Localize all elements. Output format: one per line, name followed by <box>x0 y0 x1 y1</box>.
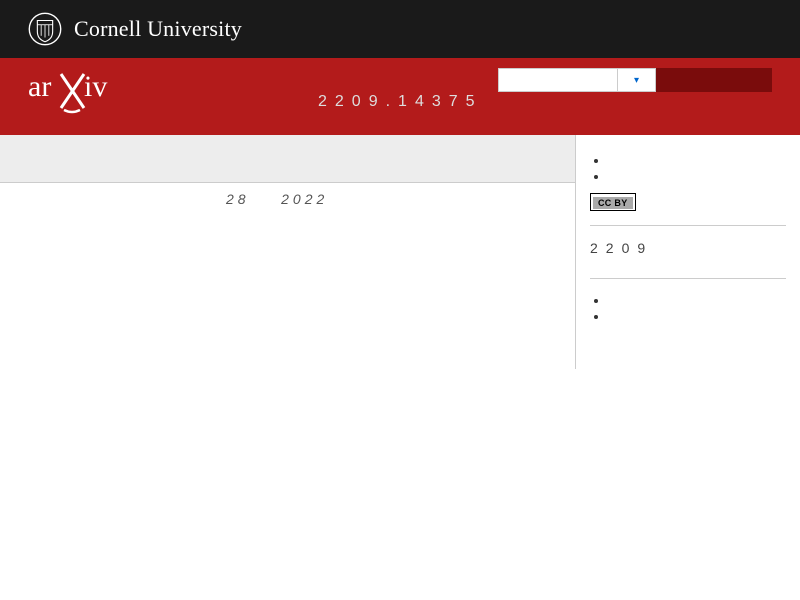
cc-by-icon: CC BY <box>593 197 633 209</box>
arxiv-logo-icon: ar iv <box>28 68 122 114</box>
authors-line <box>0 223 575 233</box>
search-input[interactable] <box>498 68 618 92</box>
chevron-down-icon: ▾ <box>634 75 639 86</box>
submission-date: 28 2022 <box>226 191 328 207</box>
arxiv-id: 2209.14375 <box>318 93 483 111</box>
cornell-shield-icon <box>28 12 62 46</box>
svg-text:ar: ar <box>28 70 51 103</box>
sidebar: CC BY 2209 <box>575 135 800 369</box>
subheader: 28 2022 <box>0 183 575 211</box>
nav-id: 2209 <box>590 240 786 256</box>
license-badge[interactable]: CC BY <box>590 193 636 211</box>
cornell-name: Cornell University <box>74 16 242 42</box>
search-field-select[interactable]: ▾ <box>618 68 656 92</box>
abstract <box>0 233 575 249</box>
paper-title <box>0 211 575 223</box>
svg-text:iv: iv <box>84 70 107 103</box>
main-content: 28 2022 <box>0 135 575 369</box>
arxiv-logo-link[interactable]: ar iv <box>28 68 122 117</box>
breadcrumb <box>0 135 575 183</box>
arxiv-header: ar iv 2209.14375 ▾ <box>0 58 800 135</box>
cornell-header: Cornell University <box>0 0 800 58</box>
cornell-logo-link[interactable]: Cornell University <box>28 12 242 46</box>
search-button[interactable] <box>656 68 772 92</box>
